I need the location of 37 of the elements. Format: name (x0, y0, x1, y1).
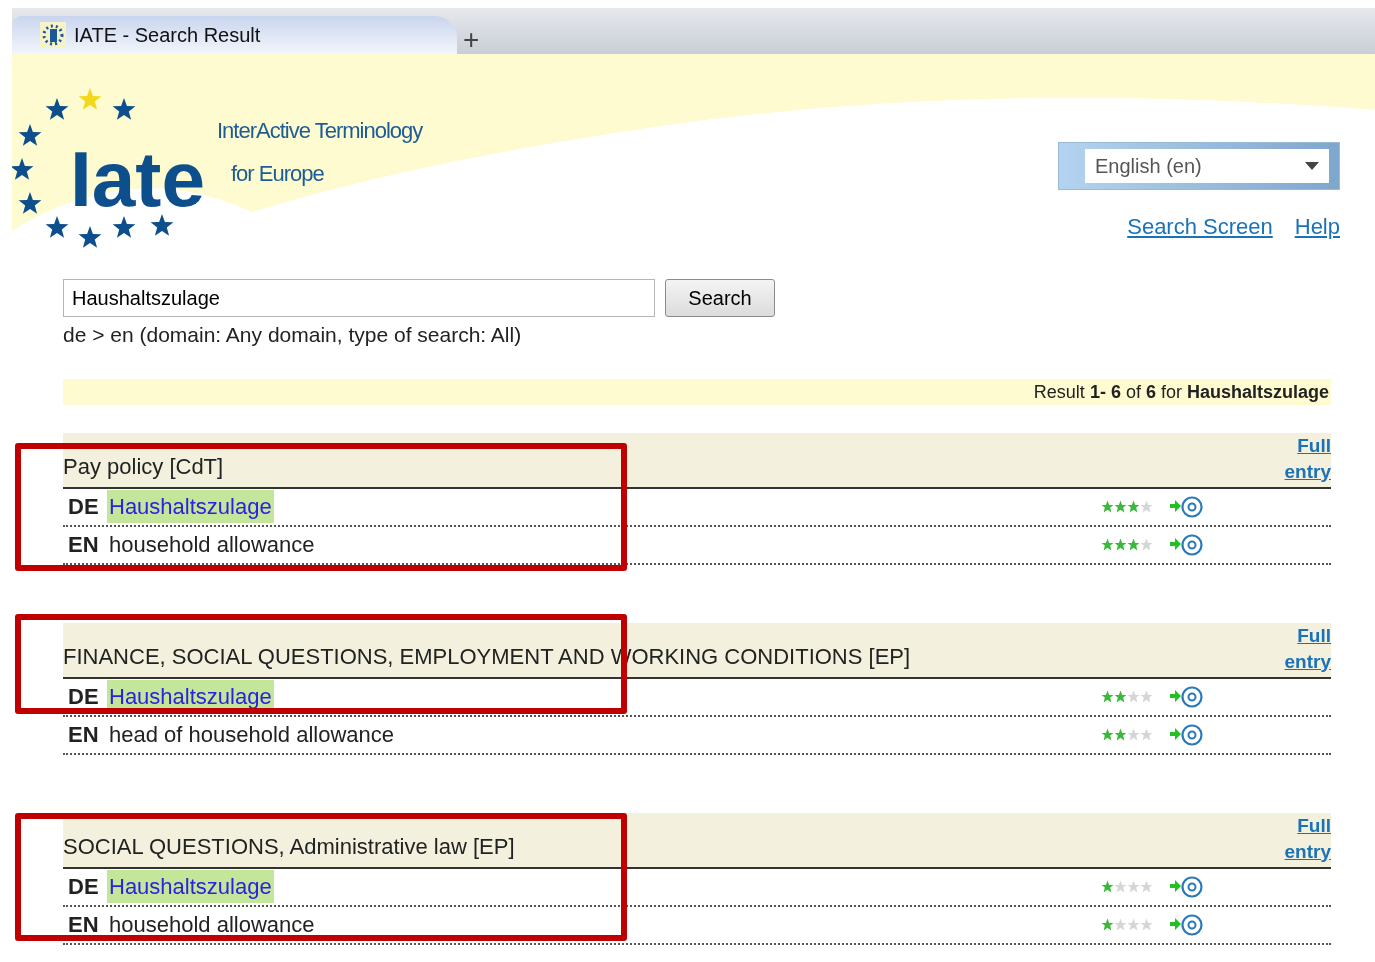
full-entry-link[interactable]: Full entry (1275, 432, 1331, 485)
language-code: EN (67, 531, 100, 559)
language-code: EN (67, 721, 100, 749)
arrow-at-icon[interactable] (1169, 531, 1203, 558)
result-summary: Result 1- 6 of 6 for Haushaltszulage (1033, 381, 1329, 402)
domain-label: Pay policy [CdT] (63, 452, 224, 481)
header-link[interactable]: Search Screen (1127, 210, 1273, 243)
arrow-at-icon[interactable] (1169, 493, 1203, 520)
term-text: Haushaltszulage (107, 870, 274, 903)
tagline-text: InterActive Terminology (217, 117, 423, 145)
language-code: EN (67, 911, 100, 939)
logo-text: Iate (70, 135, 205, 223)
browser-tab[interactable]: IATE - Search Result (12, 16, 457, 54)
favicon-icon (40, 22, 66, 48)
tagline-text: for Europe (230, 160, 325, 188)
domain-label: SOCIAL QUESTIONS, Administrative law [EP] (63, 832, 515, 861)
search-button[interactable]: Search (665, 279, 775, 317)
term-text: household allowance (108, 911, 316, 939)
search-info: de > en (domain: Any domain, type of search: All) (63, 322, 523, 348)
term-text: Haushaltszulage (107, 490, 274, 523)
arrow-at-icon[interactable] (1169, 683, 1203, 710)
language-code: DE (67, 683, 100, 711)
caret-icon (1305, 162, 1319, 170)
arrow-at-icon[interactable] (1169, 721, 1203, 748)
term-text: head of household allowance (108, 721, 395, 749)
header-link[interactable]: Help (1294, 210, 1340, 243)
tab-title: IATE - Search Result (74, 23, 261, 48)
language-code: DE (67, 493, 100, 521)
search-field[interactable]: Haushaltszulage (63, 279, 655, 317)
term-text: household allowance (108, 531, 316, 559)
arrow-at-icon[interactable] (1169, 911, 1203, 938)
full-entry-link[interactable]: Full entry (1275, 622, 1331, 675)
full-entry-link[interactable]: Full entry (1275, 812, 1331, 865)
arrow-at-icon[interactable] (1169, 873, 1203, 900)
language-code: DE (67, 873, 100, 901)
language-dropdown[interactable]: English (en) (1058, 142, 1340, 190)
new-tab-button[interactable]: + (457, 26, 480, 54)
